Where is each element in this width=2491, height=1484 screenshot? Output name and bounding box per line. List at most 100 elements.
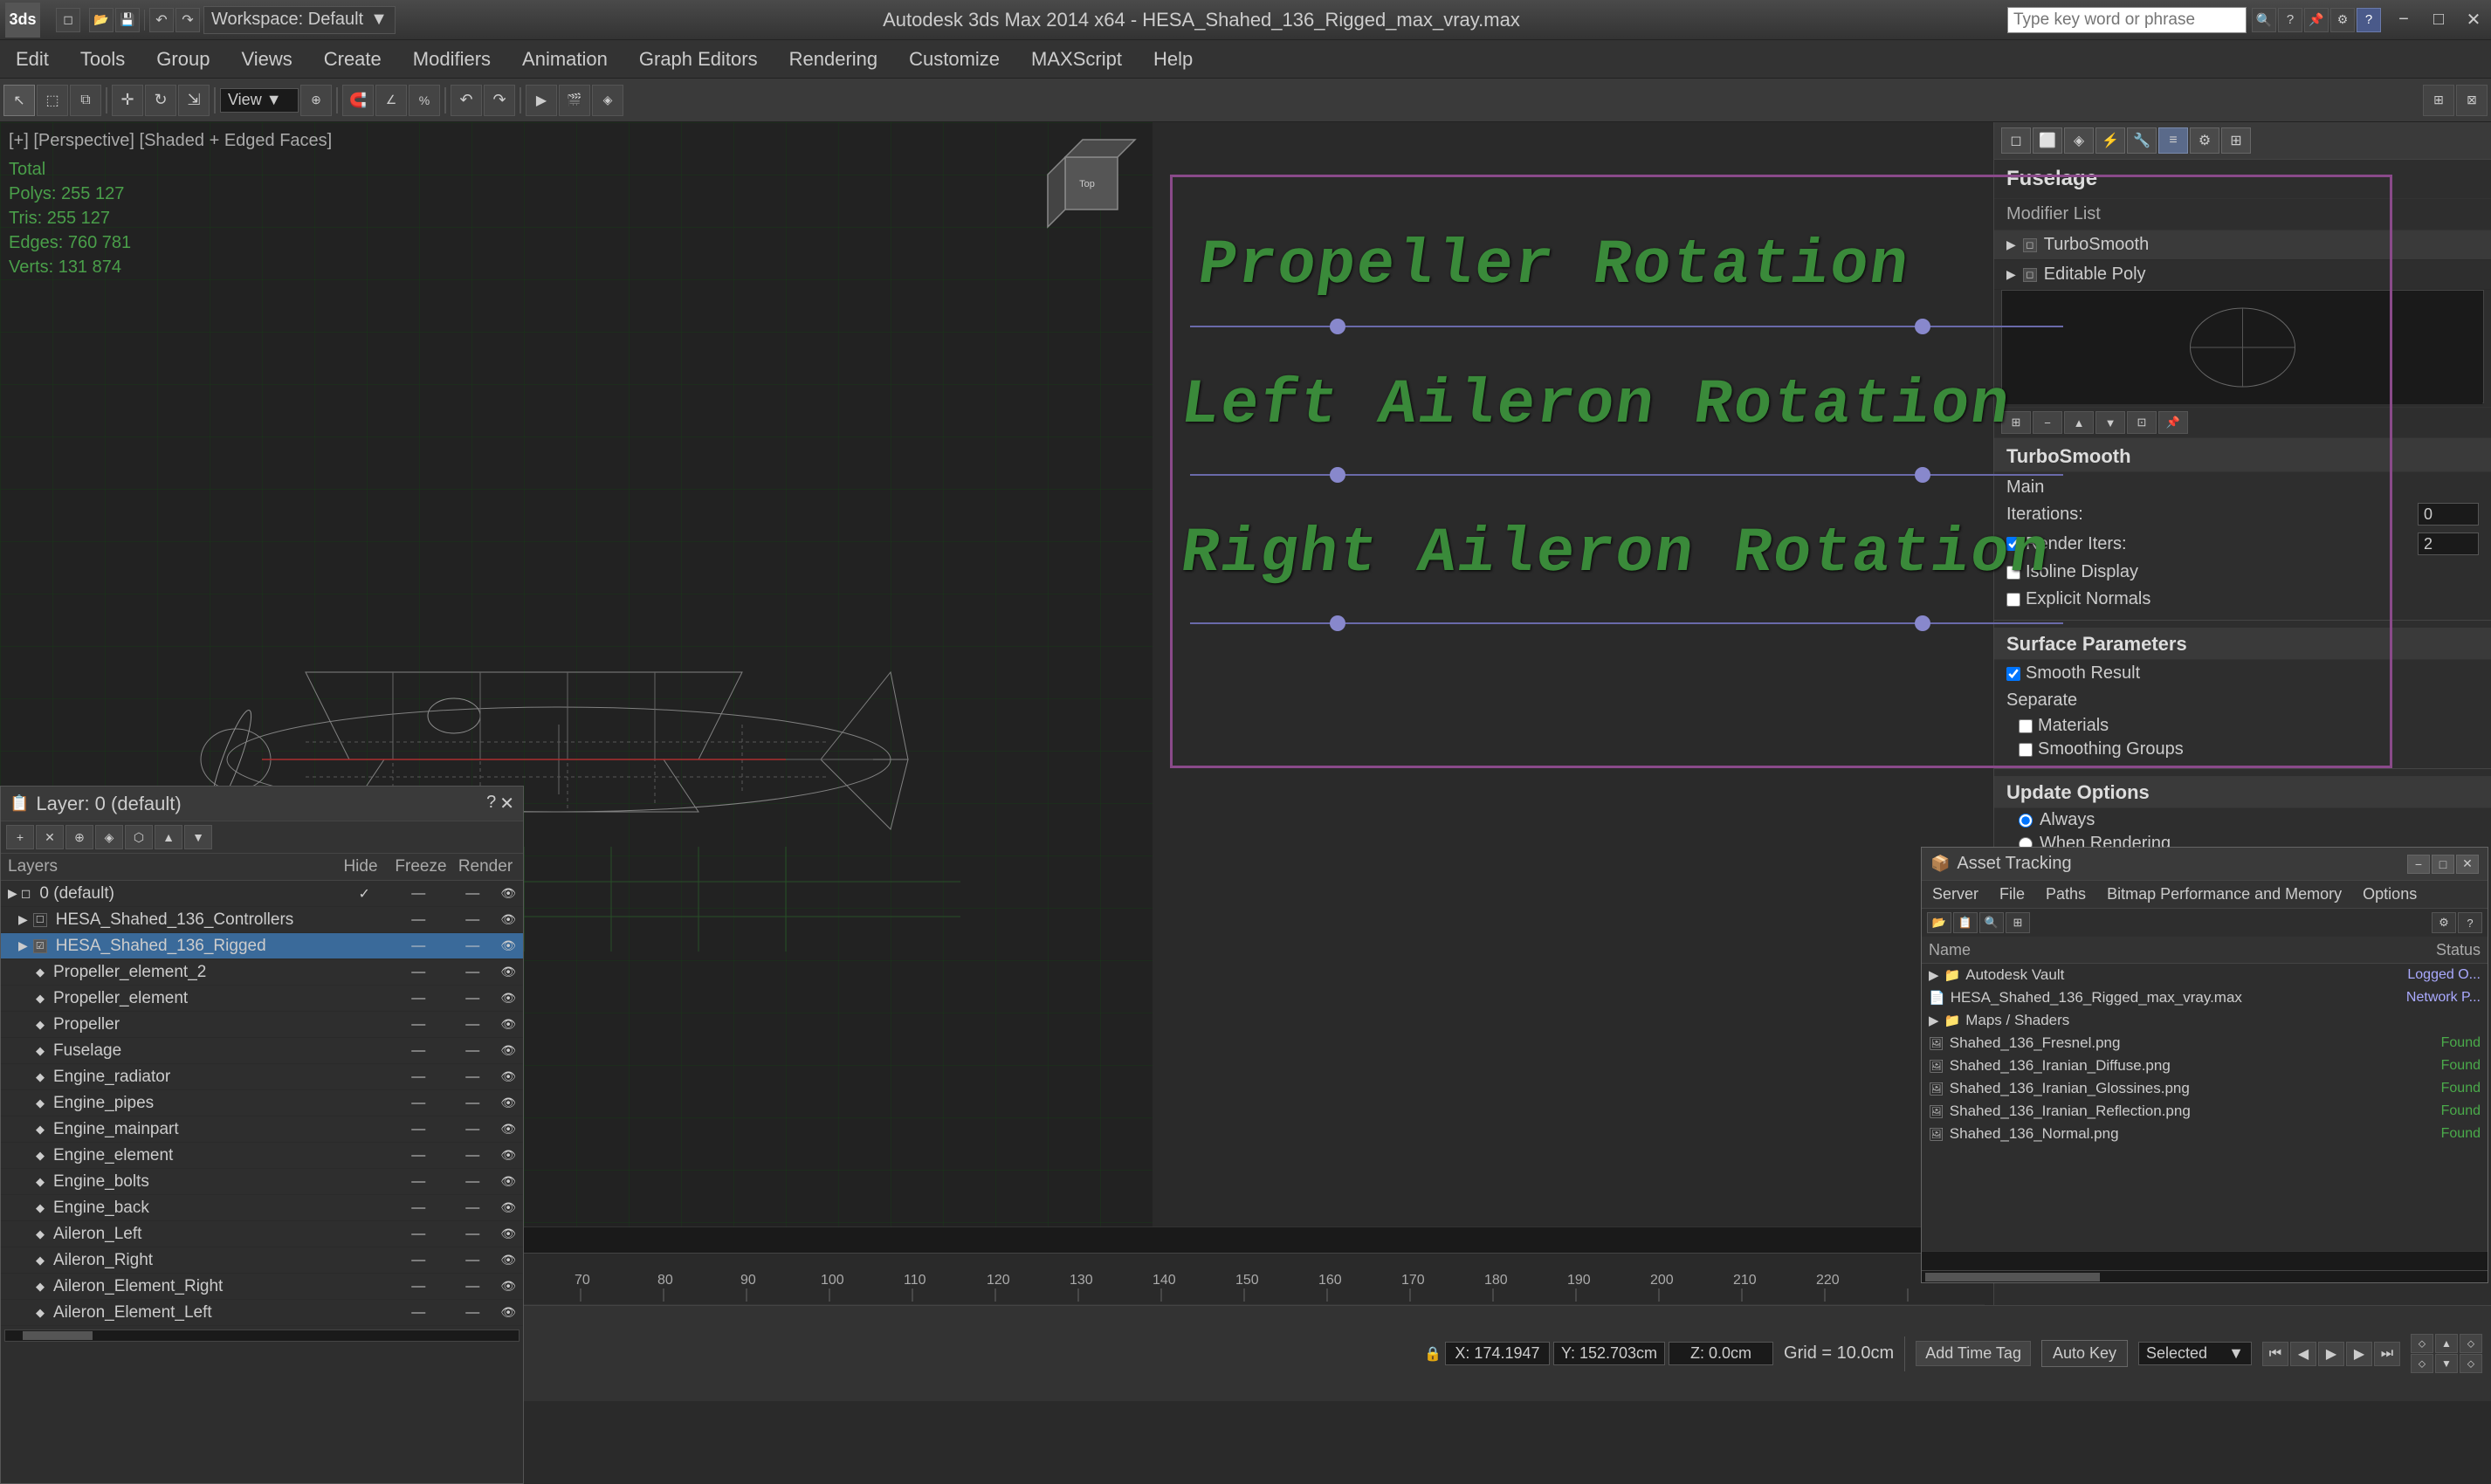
select-region-tool[interactable]: ⬚ bbox=[37, 85, 68, 116]
prev-frame-btn[interactable]: ◀ bbox=[2290, 1342, 2316, 1366]
pivot-btn[interactable]: ⊕ bbox=[300, 85, 332, 116]
render-prod-btn[interactable]: ▶ bbox=[526, 85, 557, 116]
mod-icon-3[interactable]: ◈ bbox=[2064, 127, 2094, 154]
kf-icon-6[interactable]: ⬦ bbox=[2460, 1354, 2482, 1373]
layers-tb-move-up[interactable]: ▲ bbox=[155, 825, 182, 849]
asset-tb-4[interactable]: ⊞ bbox=[2006, 912, 2030, 933]
menu-edit[interactable]: Edit bbox=[0, 40, 65, 78]
asset-scrollbar-thumb[interactable] bbox=[1925, 1273, 2100, 1281]
layers-tb-new[interactable]: + bbox=[6, 825, 34, 849]
asset-menu-file[interactable]: File bbox=[1989, 881, 2035, 908]
key-filter-dropdown[interactable]: Selected ▼ bbox=[2138, 1342, 2252, 1365]
asset-item-glossines[interactable]: 🖼 Shahed_136_Iranian_Glossines.png Found bbox=[1922, 1077, 2488, 1100]
menu-create[interactable]: Create bbox=[308, 40, 397, 78]
layers-scrollbar[interactable] bbox=[4, 1329, 520, 1342]
layer-item-ail-left[interactable]: ◆ Aileron_Left ——👁 bbox=[1, 1221, 523, 1247]
mod-icon-6[interactable]: ⚙ bbox=[2190, 127, 2219, 154]
layers-tb-delete[interactable]: ✕ bbox=[36, 825, 64, 849]
menu-modifiers[interactable]: Modifiers bbox=[397, 40, 506, 78]
menu-animation[interactable]: Animation bbox=[506, 40, 623, 78]
asset-input-bar[interactable] bbox=[1922, 1251, 2488, 1270]
mod-icon-4[interactable]: ⚡ bbox=[2095, 127, 2125, 154]
search-icon[interactable]: 🔍 bbox=[2252, 8, 2276, 32]
asset-menu-server[interactable]: Server bbox=[1922, 881, 1989, 908]
iterations-input[interactable] bbox=[2418, 503, 2479, 526]
workspace-dropdown[interactable]: Workspace: Default ▼ bbox=[203, 6, 396, 34]
menu-customize[interactable]: Customize bbox=[893, 40, 1015, 78]
autokey-btn[interactable]: Auto Key bbox=[2041, 1340, 2128, 1367]
asset-item-maps[interactable]: ▶ 📁 Maps / Shaders bbox=[1922, 1009, 2488, 1032]
asset-tb-5[interactable]: ⚙ bbox=[2432, 912, 2456, 933]
layer-item-controllers[interactable]: ▶ ☐ HESA_Shahed_136_Controllers — — 👁 bbox=[1, 907, 523, 933]
menu-graph-editors[interactable]: Graph Editors bbox=[623, 40, 774, 78]
mod-icon-1[interactable]: ◻ bbox=[2001, 127, 2031, 154]
layer-item-eng-main[interactable]: ◆ Engine_mainpart ——👁 bbox=[1, 1116, 523, 1143]
play-btn[interactable]: ▶ bbox=[2318, 1342, 2344, 1366]
add-time-tag-btn[interactable]: Add Time Tag bbox=[1916, 1341, 2031, 1366]
kf-icon-3[interactable]: ⬦ bbox=[2460, 1334, 2482, 1353]
layer-item-eng-rad[interactable]: ◆ Engine_radiator ——👁 bbox=[1, 1064, 523, 1090]
mod-icon-7[interactable]: ⊞ bbox=[2221, 127, 2251, 154]
mod-icon-5[interactable]: 🔧 bbox=[2127, 127, 2157, 154]
kf-icon-1[interactable]: ⬦ bbox=[2411, 1334, 2433, 1353]
move-tool[interactable]: ✛ bbox=[112, 85, 143, 116]
menu-maxscript[interactable]: MAXScript bbox=[1015, 40, 1138, 78]
pin-icon[interactable]: 📌 bbox=[2304, 8, 2329, 32]
asset-item-fresnel[interactable]: 🖼 Shahed_136_Fresnel.png Found bbox=[1922, 1032, 2488, 1055]
update-always-radio[interactable]: Always bbox=[2019, 810, 2467, 830]
layer-item-fuselage[interactable]: ◆ Fuselage ——👁 bbox=[1, 1038, 523, 1064]
menu-help[interactable]: Help bbox=[1138, 40, 1208, 78]
layer-item-ail-el-right[interactable]: ◆ Aileron_Element_Right ——👁 bbox=[1, 1274, 523, 1300]
asset-item-max-file[interactable]: 📄 HESA_Shahed_136_Rigged_max_vray.max Ne… bbox=[1922, 986, 2488, 1009]
asset-restore-btn[interactable]: □ bbox=[2432, 855, 2454, 874]
layer-item-ail-el-left[interactable]: ◆ Aileron_Element_Left ——👁 bbox=[1, 1300, 523, 1326]
material-editor[interactable]: ◈ bbox=[592, 85, 623, 116]
toolbar-icon-2[interactable]: 📂 bbox=[89, 8, 114, 32]
mod-icon-2[interactable]: ⬜ bbox=[2033, 127, 2062, 154]
select-tool[interactable]: ↖ bbox=[3, 85, 35, 116]
layers-tb-select[interactable]: ◈ bbox=[95, 825, 123, 849]
scale-tool[interactable]: ⇲ bbox=[178, 85, 210, 116]
asset-item-reflection[interactable]: 🖼 Shahed_136_Iranian_Reflection.png Foun… bbox=[1922, 1100, 2488, 1123]
vp-nav-tool1[interactable]: ⊞ bbox=[2423, 85, 2454, 116]
layers-close-button[interactable]: ✕ bbox=[499, 793, 514, 814]
toolbar-icon-1[interactable]: ◻ bbox=[56, 8, 80, 32]
mod-icon-active[interactable]: ≡ bbox=[2158, 127, 2188, 154]
layer-item-eng-back[interactable]: ◆ Engine_back ——👁 bbox=[1, 1195, 523, 1221]
angle-snap[interactable]: ∠ bbox=[375, 85, 407, 116]
update-always-input[interactable] bbox=[2019, 814, 2033, 828]
layer-item-eng-el[interactable]: ◆ Engine_element ——👁 bbox=[1, 1143, 523, 1169]
menu-views[interactable]: Views bbox=[225, 40, 307, 78]
asset-tb-3[interactable]: 🔍 bbox=[1979, 912, 2004, 933]
toolbar-icon-3[interactable]: 💾 bbox=[115, 8, 140, 32]
asset-menu-paths[interactable]: Paths bbox=[2035, 881, 2096, 908]
percent-snap[interactable]: % bbox=[409, 85, 440, 116]
viewport-cube[interactable]: Top bbox=[1039, 131, 1144, 236]
layers-tb-add[interactable]: ⊕ bbox=[65, 825, 93, 849]
render-iters-input[interactable] bbox=[2418, 532, 2479, 555]
minimize-button[interactable]: − bbox=[2386, 3, 2421, 38]
ref-coord-sys[interactable]: View ▼ bbox=[220, 88, 299, 113]
asset-item-normal[interactable]: 🖼 Shahed_136_Normal.png Found bbox=[1922, 1123, 2488, 1145]
toolbar-undo[interactable]: ↶ bbox=[149, 8, 174, 32]
layers-tb-highlight[interactable]: ⬡ bbox=[125, 825, 153, 849]
asset-item-diffuse[interactable]: 🖼 Shahed_136_Iranian_Diffuse.png Found bbox=[1922, 1055, 2488, 1077]
asset-menu-options[interactable]: Options bbox=[2352, 881, 2427, 908]
asset-tb-2[interactable]: 📋 bbox=[1953, 912, 1978, 933]
select-filter[interactable]: ⧉ bbox=[70, 85, 101, 116]
settings-icon[interactable]: ⚙ bbox=[2330, 8, 2355, 32]
layers-help-button[interactable]: ? bbox=[486, 793, 496, 814]
layer-item-ail-right[interactable]: ◆ Aileron_Right ——👁 bbox=[1, 1247, 523, 1274]
render-frame-btn[interactable]: 🎬 bbox=[559, 85, 590, 116]
menu-group[interactable]: Group bbox=[141, 40, 225, 78]
global-help-icon[interactable]: ? bbox=[2357, 8, 2381, 32]
redo-tool[interactable]: ↷ bbox=[484, 85, 515, 116]
search-input[interactable] bbox=[2013, 10, 2240, 30]
menu-tools[interactable]: Tools bbox=[65, 40, 141, 78]
go-end-btn[interactable]: ⏭ bbox=[2374, 1342, 2400, 1366]
asset-tb-1[interactable]: 📂 bbox=[1927, 912, 1951, 933]
layer-item-prop2[interactable]: ◆ Propeller_element_2 ——👁 bbox=[1, 959, 523, 986]
rotate-tool[interactable]: ↻ bbox=[145, 85, 176, 116]
layer-item-rigged[interactable]: ▶ ☑ HESA_Shahed_136_Rigged — — 👁 bbox=[1, 933, 523, 959]
next-frame-btn[interactable]: ▶ bbox=[2346, 1342, 2372, 1366]
